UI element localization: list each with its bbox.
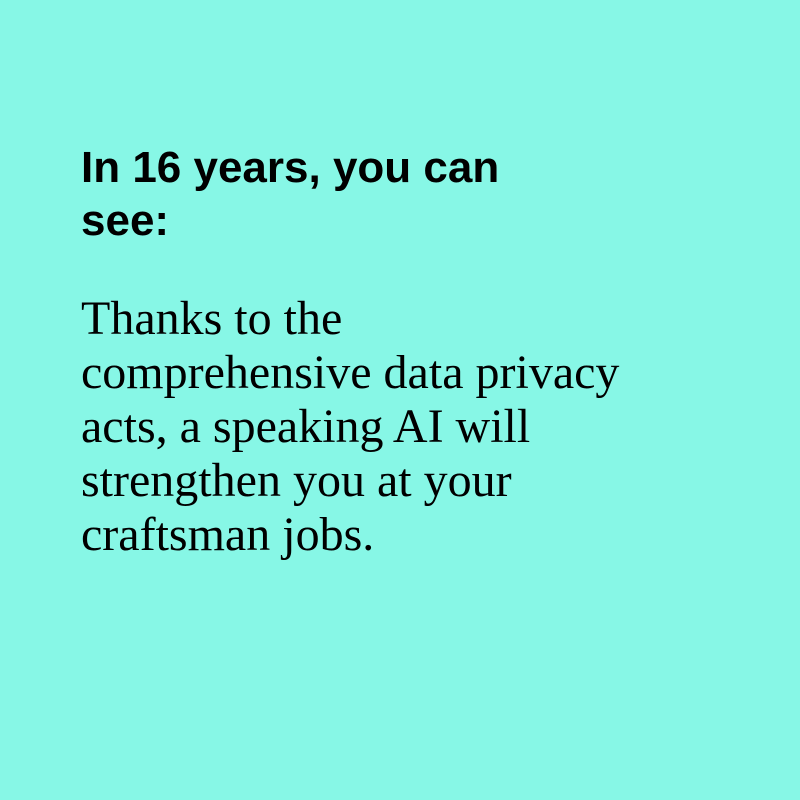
slide-heading-line: see: bbox=[81, 196, 170, 245]
slide-body-line: strengthen you at your bbox=[81, 454, 512, 507]
slide-card: In 16 years, you can see: Thanks to the … bbox=[0, 0, 800, 800]
slide-body-line: Thanks to the bbox=[81, 292, 343, 345]
slide-body-line: acts, a speaking AI will bbox=[81, 400, 531, 453]
slide-body-line: comprehensive data privacy bbox=[81, 346, 620, 399]
slide-body-line: craftsman jobs. bbox=[81, 508, 375, 561]
slide-body-text: Thanks to the comprehensive data privacy… bbox=[81, 292, 761, 562]
slide-heading-line: In 16 years, you can bbox=[81, 143, 500, 192]
slide-heading: In 16 years, you can see: bbox=[81, 141, 681, 247]
